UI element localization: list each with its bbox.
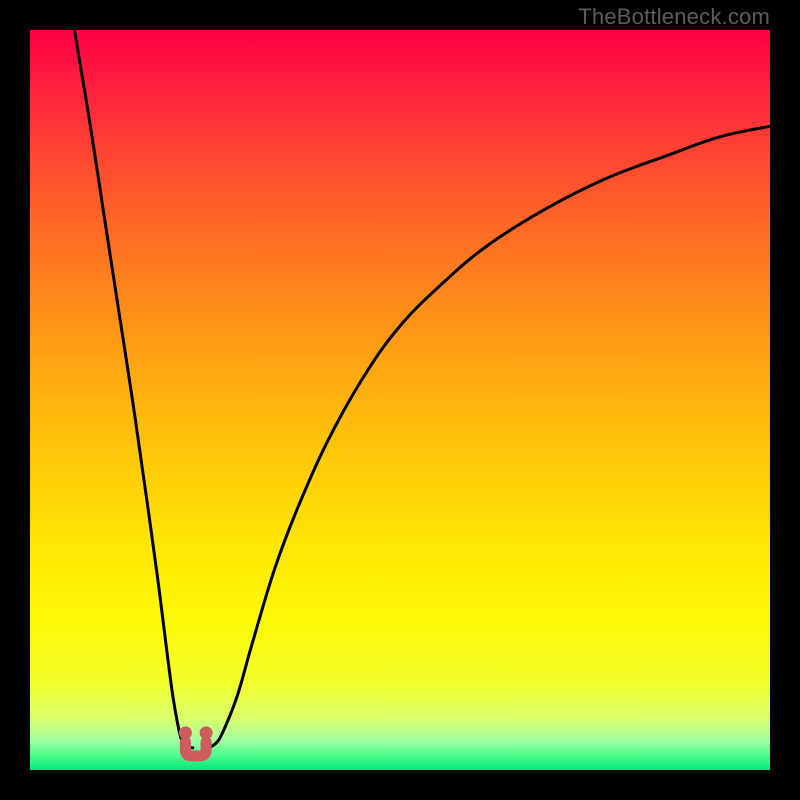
marker-group <box>179 726 213 756</box>
watermark-text: TheBottleneck.com <box>578 4 770 30</box>
chart-frame: TheBottleneck.com <box>0 0 800 800</box>
series-left-branch <box>74 30 192 748</box>
chart-svg <box>30 30 770 770</box>
valley-pin-right <box>200 726 213 756</box>
valley-pin-left <box>179 726 192 756</box>
plot-area <box>30 30 770 770</box>
series-right-branch <box>208 126 770 748</box>
curve-group <box>74 30 770 748</box>
